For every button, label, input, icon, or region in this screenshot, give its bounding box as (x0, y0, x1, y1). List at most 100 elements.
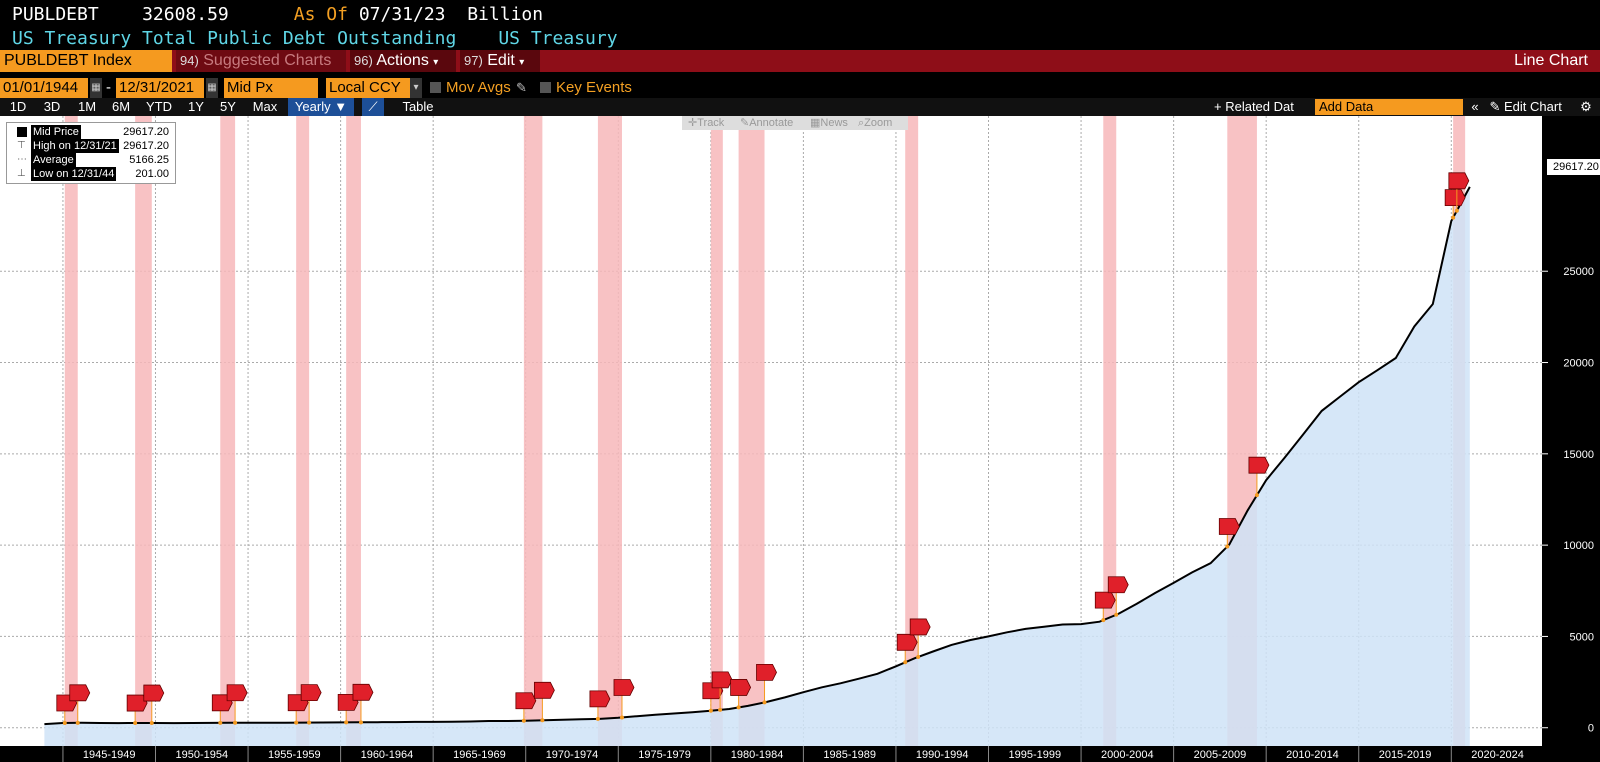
x-tick-label: 1975-1979 (638, 749, 691, 761)
calendar-icon[interactable]: ▦ (206, 78, 218, 98)
unit-label: Billion (467, 4, 544, 25)
actions-number: 96) (354, 53, 373, 68)
pencil-icon[interactable]: ✎ (516, 78, 527, 98)
rec-flag-point (307, 720, 312, 725)
security-description: US Treasury Total Public Debt Outstandin… (12, 28, 660, 49)
suggested-charts-label: Suggested Charts (203, 52, 332, 69)
timeframe-1m[interactable]: 1M (74, 98, 100, 116)
periodicity-select[interactable]: Yearly ▼ (288, 98, 354, 116)
rec-flag-point (294, 720, 299, 725)
timeframe-1d[interactable]: 1D (6, 98, 30, 116)
source-text: US Treasury (498, 28, 618, 49)
rec-flag-shape (1444, 189, 1466, 207)
recession-band (64, 116, 78, 746)
recession-band (135, 116, 152, 746)
chart-legend[interactable]: Mid Price 29617.20 ⊤ High on 12/31/21 29… (6, 122, 176, 184)
x-tick-label: 1955-1959 (268, 749, 321, 761)
recession-band (597, 116, 622, 746)
rec-flag-point (521, 718, 526, 723)
pencil-icon: ✎ (1489, 99, 1501, 114)
rec-flag-point (619, 715, 624, 720)
timeframe-ytd[interactable]: YTD (144, 98, 174, 116)
legend-average-value: 5166.25 (129, 154, 169, 166)
chart-tools: ✛ Track ✎ Annotate ▦ News ⌕ Zoom (682, 116, 908, 130)
timeframe-1y[interactable]: 1Y (184, 98, 208, 116)
edit-button[interactable]: 97) Edit ▾ (460, 50, 540, 72)
edit-chart-button[interactable]: Edit Chart (1504, 98, 1578, 116)
related-data-button[interactable]: + Related Dat (1214, 98, 1314, 116)
rec-flag-point (540, 718, 545, 723)
rec-flag-point (736, 705, 741, 710)
y-tick-label: 15000 (1563, 449, 1594, 461)
table-button[interactable]: Table (396, 98, 440, 116)
annotate-tool[interactable]: ✎ Annotate (740, 116, 793, 130)
x-tick-label: 1990-1994 (916, 749, 969, 761)
security-header: PUBLDEBT 32608.59 As Of 07/31/23 Billion (12, 4, 543, 25)
x-axis-panel (0, 746, 1600, 762)
legend-average-label: Average (31, 153, 76, 167)
rec-flag-point (218, 720, 223, 725)
last-value: 32608.59 (142, 4, 229, 25)
y-tick-label: 0 (1588, 723, 1594, 735)
rec-flag-shape (69, 684, 91, 702)
rec-flag-point (916, 654, 921, 659)
x-tick-label: 1970-1974 (546, 749, 599, 761)
chart-canvas[interactable]: 0 5000 10000 15000 20000 25000 1945-1949 1950-… (0, 116, 1600, 762)
rec-flag-shape (352, 683, 374, 701)
rec-flag-shape (1218, 518, 1240, 535)
mov-avgs-checkbox[interactable] (430, 82, 441, 93)
zoom-tool[interactable]: ⌕ Zoom (858, 116, 892, 130)
news-tool[interactable]: ▦ News (810, 116, 848, 130)
timeframe-5y[interactable]: 5Y (216, 98, 240, 116)
key-events-label: Key Events (556, 79, 632, 96)
timeframe-max[interactable]: Max (250, 98, 280, 116)
annotate-label: Annotate (749, 117, 794, 129)
timeframe-toolbar: 1D 3D 1M 6M YTD 1Y 5Y Max Yearly ▼ ⟋ Tab… (0, 98, 1600, 116)
x-tick-label: 1950-1954 (175, 749, 228, 761)
recession-band (738, 116, 765, 746)
timeframe-3d[interactable]: 3D (40, 98, 64, 116)
add-data-input[interactable]: Add Data (1315, 99, 1463, 115)
rec-flag-point (358, 720, 363, 725)
start-date-input[interactable]: 01/01/1944 (0, 78, 88, 98)
controls-row: 01/01/1944 ▦ - 12/31/2021 ▦ Mid Px Local… (0, 78, 1600, 98)
collapse-icon[interactable]: « (1466, 98, 1484, 116)
date-separator: - (106, 79, 111, 96)
average-marker-icon: ⋯ (17, 154, 27, 165)
calendar-icon[interactable]: ▦ (90, 78, 102, 98)
rec-flag-point (1254, 493, 1259, 498)
chevron-down-icon[interactable]: ▾ (410, 78, 422, 98)
y-tick-label: 20000 (1563, 358, 1594, 370)
end-date-input[interactable]: 12/31/2021 (116, 78, 204, 98)
recession-band (710, 116, 723, 746)
track-tool[interactable]: ✛ Track (688, 116, 724, 130)
x-tick-label: 1965-1969 (453, 749, 506, 761)
rec-flag-point (344, 720, 349, 725)
price-field-select[interactable]: Mid Px (224, 78, 318, 98)
rec-flag-point (762, 700, 767, 705)
gear-icon[interactable]: ⚙ (1578, 98, 1594, 116)
rec-flag-point (718, 707, 723, 712)
recession-band (220, 116, 236, 746)
key-events-checkbox[interactable] (540, 82, 551, 93)
suggested-charts-button[interactable]: 94) Suggested Charts (176, 50, 346, 72)
x-tick-label: 1985-1989 (823, 749, 876, 761)
rec-flag-shape (515, 692, 537, 710)
x-tick-label: 2020-2024 (1471, 749, 1524, 761)
rec-flag-shape (589, 690, 611, 708)
legend-low-label: Low on 12/31/44 (31, 167, 117, 181)
rec-flag-shape (909, 618, 931, 636)
line-chart-icon[interactable]: ⟋ (362, 98, 384, 116)
legend-high: ⊤ High on 12/31/21 29617.20 (7, 139, 175, 153)
rec-flag-point (1225, 544, 1230, 549)
legend-mid-value: 29617.20 (123, 126, 169, 138)
y-axis-panel (1542, 116, 1600, 746)
actions-button[interactable]: 96) Actions ▾ (350, 50, 456, 72)
index-field[interactable]: PUBLDEBT Index (0, 50, 172, 72)
currency-select[interactable]: Local CCY (326, 78, 410, 98)
legend-high-value: 29617.20 (123, 140, 169, 152)
recession-band (905, 116, 919, 746)
suggested-charts-number: 94) (180, 53, 199, 68)
timeframe-6m[interactable]: 6M (108, 98, 134, 116)
recession-band (523, 116, 543, 746)
